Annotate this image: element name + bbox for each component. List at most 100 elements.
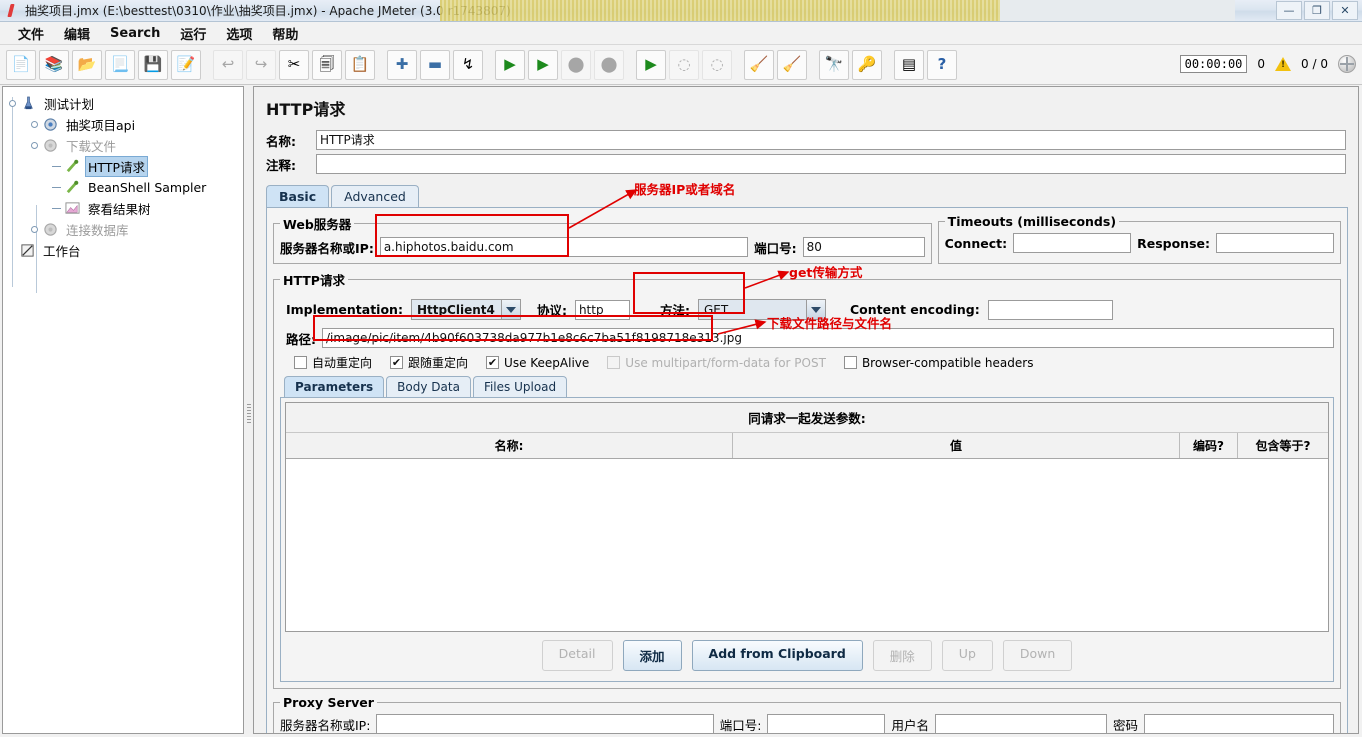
toolbar-collapse-all-button[interactable]: ▬: [420, 49, 450, 80]
pane-splitter[interactable]: [245, 86, 253, 734]
toolbar-shutdown-button[interactable]: ⬤: [594, 49, 624, 80]
proxy-password-input[interactable]: [1144, 714, 1334, 733]
server-name-input[interactable]: a.hiphotos.baidu.com: [379, 237, 749, 257]
checkbox-box[interactable]: ✔: [390, 356, 404, 369]
tree-expand-handle[interactable]: [29, 119, 40, 130]
tab-basic[interactable]: Basic: [266, 185, 330, 207]
tab-parameters[interactable]: Parameters: [284, 376, 385, 397]
menu-edit[interactable]: 编辑: [54, 22, 100, 45]
minimize-button[interactable]: —: [1276, 1, 1302, 20]
tree-node-thread-group[interactable]: 抽奖项目api: [7, 114, 243, 135]
tree-expand-handle[interactable]: [7, 98, 18, 109]
proxy-username-input[interactable]: [934, 714, 1107, 733]
tree-branch-marker: [51, 182, 62, 193]
title-bar: 抽奖项目.jmx (E:\besttest\0310\作业\抽奖项目.jmx) …: [0, 0, 1362, 22]
toolbar-expand-all-button[interactable]: ✚: [387, 49, 417, 80]
proxy-fields-row: 服务器名称或IP: 端口号: 用户名 密码: [280, 714, 1334, 733]
toolbar-clear-all-button[interactable]: 🧹: [777, 49, 807, 80]
column-header-name[interactable]: 名称:: [286, 433, 733, 458]
tree-node-test-plan[interactable]: 测试计划: [7, 93, 243, 114]
toolbar-start-remote-all-button[interactable]: ▶: [636, 49, 666, 80]
maximize-button[interactable]: ❐: [1304, 1, 1330, 20]
toolbar-new-button[interactable]: 📄: [6, 49, 36, 80]
name-input[interactable]: HTTP请求: [316, 130, 1346, 150]
tab-body-data[interactable]: Body Data: [386, 376, 471, 397]
toolbar-close-button[interactable]: 📃: [105, 49, 135, 80]
down-button[interactable]: Down: [1002, 640, 1073, 671]
close-button[interactable]: ✕: [1332, 1, 1358, 20]
response-timeout-input[interactable]: [1216, 233, 1334, 253]
toolbar-shutdown-remote-all-button[interactable]: ◌: [702, 49, 732, 80]
up-button[interactable]: Up: [941, 640, 993, 671]
proxy-server-input[interactable]: [376, 714, 714, 733]
column-header-encode[interactable]: 编码?: [1180, 433, 1238, 458]
menu-file[interactable]: 文件: [8, 22, 54, 45]
parameters-table[interactable]: 同请求一起发送参数: 名称: 值 编码? 包含等于?: [285, 402, 1329, 632]
toolbar-stop-remote-all-button[interactable]: ◌: [669, 49, 699, 80]
warning-icon[interactable]: [1275, 57, 1292, 71]
checkbox-browser-compatible-headers[interactable]: Browser-compatible headers: [843, 356, 1033, 370]
parameters-table-body[interactable]: [286, 459, 1328, 631]
tree-node-workbench[interactable]: 工作台: [7, 240, 243, 261]
checkbox-follow-redirect[interactable]: ✔ 跟随重定向: [390, 354, 468, 371]
toolbar-start-no-pauses-button[interactable]: ▶: [528, 49, 558, 80]
proxy-port-input[interactable]: [767, 714, 886, 733]
toolbar-save-as-button[interactable]: 📝: [171, 49, 201, 80]
menu-search[interactable]: Search: [100, 24, 170, 43]
tree-node-connect-database[interactable]: 连接数据库: [7, 219, 243, 240]
chevron-down-icon[interactable]: [500, 300, 520, 319]
tree-expand-handle[interactable]: [29, 224, 40, 235]
toolbar-reset-search-button[interactable]: 🔑: [852, 49, 882, 80]
toolbar-cut-button[interactable]: ✂: [279, 49, 309, 80]
toolbar-undo-button[interactable]: ↩: [213, 49, 243, 80]
content-encoding-input[interactable]: [987, 299, 1113, 320]
checkbox-box[interactable]: ✔: [486, 356, 500, 369]
test-plan-icon: [20, 95, 37, 112]
splitter-grip[interactable]: [247, 404, 251, 424]
http-request-panel: HTTP请求 名称: HTTP请求 注释: Basic Advanced Web…: [253, 86, 1359, 734]
menu-run[interactable]: 运行: [170, 22, 216, 45]
toolbar-search-button[interactable]: 🔭: [819, 49, 849, 80]
tree-node-http-request[interactable]: HTTP请求: [7, 156, 243, 177]
checkbox-box[interactable]: [294, 356, 307, 369]
connect-timeout-input[interactable]: [1013, 233, 1132, 253]
implementation-select[interactable]: HttpClient4: [410, 299, 521, 320]
detail-button[interactable]: Detail: [541, 640, 613, 671]
toolbar-save-button[interactable]: 💾: [138, 49, 168, 80]
comment-input[interactable]: [316, 154, 1346, 174]
column-header-include-equals[interactable]: 包含等于?: [1238, 433, 1328, 458]
column-header-value[interactable]: 值: [733, 433, 1180, 458]
page-title: HTTP请求: [266, 100, 346, 119]
menu-options[interactable]: 选项: [216, 22, 262, 45]
sampler-icon: [64, 158, 81, 175]
test-plan-tree[interactable]: 测试计划 抽奖项目api 下载文件 HTTP请求 BeanShell Sampl…: [2, 86, 244, 734]
tab-files-upload[interactable]: Files Upload: [472, 376, 568, 397]
toolbar-function-helper-button[interactable]: ▤: [894, 49, 924, 80]
tree-expand-handle[interactable]: [29, 140, 40, 151]
checkbox-box[interactable]: [843, 356, 857, 369]
tree-node-label: 察看结果树: [88, 202, 151, 217]
toolbar-help-button[interactable]: ?: [927, 49, 957, 80]
port-input[interactable]: 80: [802, 237, 925, 257]
tab-advanced[interactable]: Advanced: [331, 185, 419, 207]
add-button[interactable]: 添加: [622, 640, 682, 671]
proxy-port-label: 端口号:: [719, 717, 762, 733]
toolbar-clear-button[interactable]: 🧹: [744, 49, 774, 80]
checkbox-auto-redirect[interactable]: 自动重定向: [294, 354, 372, 371]
toolbar-stop-button[interactable]: ⬤: [561, 49, 591, 80]
menu-help[interactable]: 帮助: [262, 22, 308, 45]
toolbar-templates-button[interactable]: 📚: [39, 49, 69, 80]
tree-node-view-results-tree[interactable]: 察看结果树: [7, 198, 243, 219]
toolbar-copy-button[interactable]: 🗐: [312, 49, 342, 80]
toolbar-start-button[interactable]: ▶: [495, 49, 525, 80]
checkbox-use-keepalive[interactable]: ✔ Use KeepAlive: [486, 356, 589, 370]
toolbar-toggle-button[interactable]: ↯: [453, 49, 483, 80]
add-from-clipboard-button[interactable]: Add from Clipboard: [691, 640, 863, 671]
tree-node-beanshell-sampler[interactable]: BeanShell Sampler: [7, 177, 243, 198]
delete-button[interactable]: 删除: [872, 640, 932, 671]
tree-node-download-file[interactable]: 下载文件: [7, 135, 243, 156]
protocol-input[interactable]: http: [574, 299, 630, 320]
toolbar-open-button[interactable]: 📂: [72, 49, 102, 80]
toolbar-paste-button[interactable]: 📋: [345, 49, 375, 80]
toolbar-redo-button[interactable]: ↪: [246, 49, 276, 80]
